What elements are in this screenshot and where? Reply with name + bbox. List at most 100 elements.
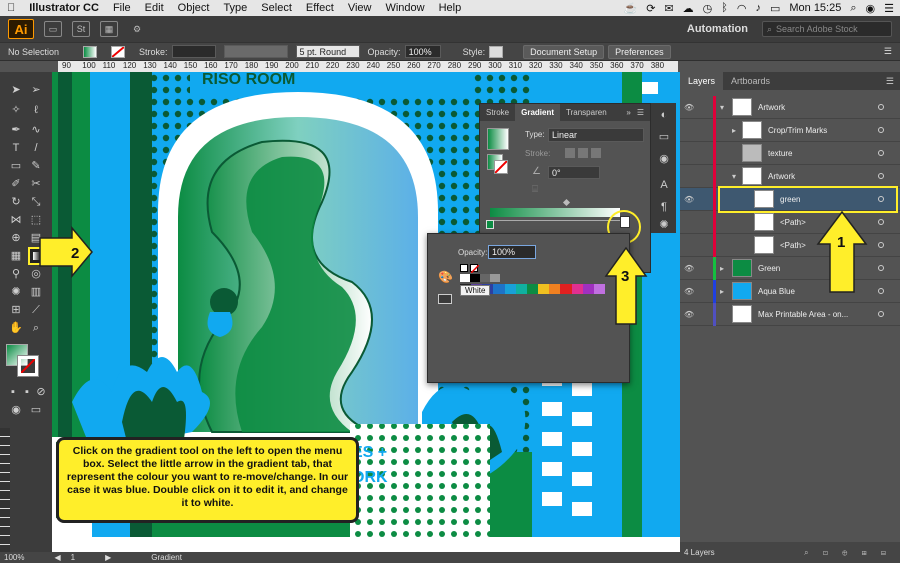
menu-select[interactable]: Select (254, 2, 299, 14)
slice-tool-icon[interactable]: ⟋ (29, 304, 43, 316)
gradient-preview-swatch[interactable] (487, 128, 509, 150)
angle-input[interactable]: 0° (548, 166, 600, 179)
variable-width-dropdown[interactable] (223, 45, 288, 58)
stroke-color-icon[interactable] (17, 355, 39, 377)
app-name[interactable]: Illustrator CC (22, 2, 106, 14)
eyedropper-tool-icon[interactable]: ⚲ (9, 268, 23, 280)
color-panel-icon[interactable]: ◐ (657, 109, 671, 121)
zoom-level[interactable]: 100% (4, 553, 24, 562)
gradient-stop-left[interactable] (486, 220, 494, 229)
layer-row[interactable]: 👁 ▸ Aqua Blue (680, 279, 900, 303)
blend-tool-icon[interactable]: ◎ (29, 268, 43, 280)
scissors-tool-icon[interactable]: ✂ (29, 178, 43, 190)
color-mode-icon[interactable]: ▪ (6, 386, 20, 398)
sync-icon[interactable]: ⟳ (646, 2, 655, 15)
arrange-documents-button[interactable]: ▦ (100, 21, 118, 37)
workspace-switcher[interactable]: Automation (687, 23, 762, 35)
siri-icon[interactable]: ◉ (866, 2, 876, 15)
target-circle-icon[interactable] (878, 265, 884, 271)
document-setup-button[interactable]: Document Setup (523, 44, 605, 59)
stroke-weight-input[interactable] (171, 45, 216, 58)
layers-menu-icon[interactable]: ☰ (886, 76, 900, 87)
rectangle-tool-icon[interactable]: ▭ (9, 160, 23, 172)
scale-tool-icon[interactable]: ⤡ (29, 196, 43, 208)
battery-icon[interactable]: ▭ (770, 2, 780, 15)
direct-selection-tool-icon[interactable]: ➢ (29, 84, 43, 96)
selection-tool-icon[interactable]: ➤ (9, 84, 23, 96)
perspective-grid-tool-icon[interactable]: ▤ (29, 232, 43, 244)
menu-edit[interactable]: Edit (138, 2, 171, 14)
collapse-arrow-icon[interactable]: ▾ (732, 172, 742, 181)
color-mode-palette-icon[interactable]: 🎨 (438, 270, 453, 284)
apple-icon[interactable]:  (0, 2, 22, 14)
brush-dropdown[interactable]: 5 pt. Round (295, 45, 360, 58)
gradient-type-dropdown[interactable]: Linear (548, 128, 644, 142)
target-circle-icon[interactable] (878, 150, 884, 156)
current-tool-status[interactable]: Gradient (151, 553, 182, 562)
target-circle-icon[interactable] (878, 127, 884, 133)
screen-mode-icon[interactable]: ▭ (29, 404, 43, 416)
bluetooth-icon[interactable]: ᛒ (721, 2, 728, 14)
menu-help[interactable]: Help (432, 2, 469, 14)
collapse-arrow-icon[interactable]: ▾ (720, 103, 730, 112)
expand-arrow-icon[interactable]: ▸ (732, 126, 742, 135)
visibility-icon[interactable]: 👁 (684, 264, 698, 273)
popup-opacity-input[interactable]: 100% (488, 245, 536, 259)
free-transform-tool-icon[interactable]: ⬚ (29, 214, 43, 226)
zoom-tool-icon[interactable]: ⌕ (29, 322, 43, 334)
paintbrush-tool-icon[interactable]: ✎ (29, 160, 43, 172)
lasso-tool-icon[interactable]: ℓ (29, 104, 43, 116)
character-panel-icon[interactable]: A (657, 179, 671, 191)
artboard-nav-next[interactable]: ▶ (105, 553, 111, 562)
target-circle-icon[interactable] (878, 288, 884, 294)
rotate-tool-icon[interactable]: ↻ (9, 196, 23, 208)
stock-search-input[interactable]: ⌕ Search Adobe Stock (762, 21, 892, 37)
spotlight-icon[interactable]: ⌕ (850, 2, 856, 15)
swatch-white[interactable] (460, 264, 468, 272)
layer-row[interactable]: <Path> (680, 210, 900, 234)
shape-builder-tool-icon[interactable]: ⊕ (9, 232, 23, 244)
tab-stroke[interactable]: Stroke (480, 104, 515, 121)
artboard-nav-prev[interactable]: ◀ (54, 553, 60, 562)
expand-arrow-icon[interactable]: ▸ (720, 264, 730, 273)
symbol-sprayer-tool-icon[interactable]: ✺ (9, 286, 23, 298)
appearance-panel-icon[interactable]: ◉ (657, 153, 671, 165)
width-tool-icon[interactable]: ⋈ (9, 214, 23, 226)
layer-row[interactable]: <Path> (680, 233, 900, 257)
opentype-panel-icon[interactable]: ✺ (657, 219, 671, 231)
hand-tool-icon[interactable]: ✋ (9, 322, 23, 334)
layer-row[interactable]: ▾ Artwork (680, 164, 900, 188)
tab-transparency[interactable]: Transparen (560, 104, 613, 121)
column-graph-tool-icon[interactable]: ▥ (29, 286, 43, 298)
target-circle-icon[interactable] (878, 311, 884, 317)
artboard-tool-icon[interactable]: ⊞ (9, 304, 23, 316)
layers-footer-buttons[interactable]: ⌕ ⊡ ⊕ ⊞ ⊟ (804, 548, 900, 558)
opacity-input[interactable]: 100% (404, 45, 441, 58)
menu-view[interactable]: View (341, 2, 379, 14)
volume-icon[interactable]: ♪ (755, 2, 761, 14)
style-swatch[interactable] (489, 45, 504, 58)
draw-normal-icon[interactable]: ◉ (9, 404, 23, 416)
pen-tool-icon[interactable]: ✒ (9, 124, 23, 136)
target-circle-icon[interactable] (878, 104, 884, 110)
menu-file[interactable]: File (106, 2, 138, 14)
horizontal-ruler[interactable]: 90 100 110 120 130 140 150 160 170 180 190 200 210 22… (58, 61, 678, 72)
bridge-button[interactable]: ▭ (44, 21, 62, 37)
swatch-grays[interactable] (460, 274, 500, 282)
line-tool-icon[interactable]: / (29, 142, 43, 154)
stroke-gradient-options[interactable] (565, 148, 605, 160)
stroke-swatch[interactable] (111, 45, 126, 58)
swatches-mode-icon[interactable] (438, 294, 452, 304)
target-circle-icon[interactable] (878, 219, 884, 225)
target-circle-icon[interactable] (878, 173, 884, 179)
none-mode-icon[interactable]: ⊘ (34, 386, 48, 398)
tab-artboards[interactable]: Artboards (723, 72, 778, 90)
menu-effect[interactable]: Effect (299, 2, 341, 14)
layer-row[interactable]: 👁 ▾ Artwork (680, 95, 900, 119)
fill-stroke-proxy-stroke[interactable] (494, 160, 508, 174)
mesh-tool-icon[interactable]: ▦ (9, 250, 23, 262)
type-tool-icon[interactable]: T (9, 142, 23, 154)
tab-layers[interactable]: Layers (680, 72, 724, 90)
gradient-midpoint-diamond[interactable] (562, 198, 571, 207)
swatch-none[interactable] (470, 264, 479, 273)
